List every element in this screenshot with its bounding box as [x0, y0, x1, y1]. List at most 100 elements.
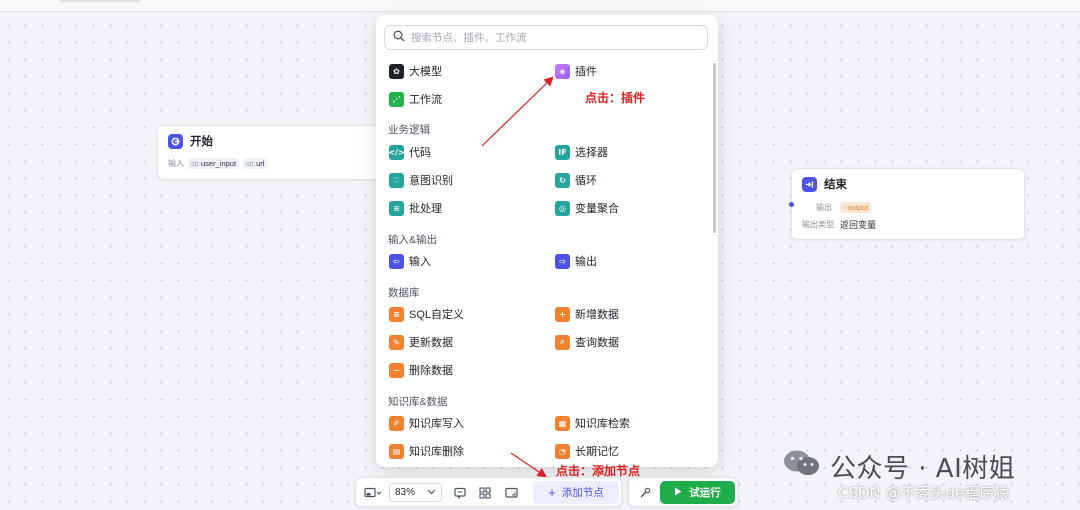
- output-type-value: 返回变量: [840, 220, 877, 230]
- kb-search-icon: ▦: [555, 415, 570, 431]
- node-label: 查询数据: [575, 337, 619, 349]
- end-node-input-port[interactable]: [789, 202, 794, 207]
- node-item-kb-search[interactable]: ▦ 知识库检索: [555, 414, 630, 432]
- node-item-selector[interactable]: IF 选择器: [555, 143, 608, 161]
- node-label: 长期记忆: [575, 446, 619, 458]
- section-io: 输入&输出: [388, 234, 438, 246]
- node-item-input[interactable]: ⇦ 输入: [389, 252, 431, 270]
- fit-view-icon: [504, 487, 518, 498]
- node-label: 循环: [575, 175, 597, 187]
- node-item-plugin[interactable]: ◈ 插件: [555, 62, 597, 80]
- node-label: 代码: [409, 147, 431, 159]
- canvas-toolbar: 83% + 添加节点: [355, 477, 622, 507]
- node-label: 输出: [575, 256, 597, 268]
- output-icon: ⇨: [555, 253, 570, 269]
- node-label: 输入: [409, 256, 431, 268]
- node-item-long-memory[interactable]: ◔ 长期记忆: [555, 442, 619, 460]
- node-label: 插件: [575, 66, 597, 78]
- node-item-kb-delete[interactable]: ▤ 知识库删除: [389, 442, 464, 460]
- csdn-watermark: CSDN @不秃头de程序猿: [838, 484, 1010, 502]
- memory-icon: ◔: [555, 443, 570, 459]
- node-item-sql[interactable]: ≡ SQL自定义: [389, 305, 464, 323]
- node-label: 新增数据: [575, 309, 619, 321]
- if-icon: IF: [555, 144, 570, 160]
- chevron-down-icon: [427, 487, 436, 498]
- node-label: SQL自定义: [409, 309, 465, 321]
- node-label: 删除数据: [409, 365, 453, 377]
- end-node-output-row: 输出 ◌output: [792, 199, 1024, 216]
- layout-button[interactable]: [475, 484, 495, 502]
- input-label: 输入: [168, 158, 184, 168]
- node-label: 选择器: [575, 147, 608, 159]
- plugin-icon: ◈: [555, 63, 570, 79]
- plugin-annotation: 点击：插件: [585, 91, 646, 105]
- grid-layout-icon: [479, 487, 491, 499]
- zoom-value: 83%: [395, 487, 416, 498]
- node-item-code[interactable]: </> 代码: [388, 143, 431, 161]
- node-label: 意图识别: [409, 175, 453, 187]
- node-item-llm[interactable]: ✿ 大模型: [389, 62, 442, 80]
- add-node-panel: ✿ 大模型 ◈ 插件 ⋰ 工作流 业务逻辑 </> 代码 IF 选择器 ♡ 意图…: [376, 15, 718, 467]
- section-business-logic: 业务逻辑: [388, 124, 430, 136]
- top-tab[interactable]: [60, 0, 140, 2]
- db-update-icon: ✎: [389, 334, 404, 350]
- wrench-icon: [640, 487, 651, 498]
- output-chip: ◌output: [840, 202, 872, 213]
- run-toolbar: 试运行: [628, 477, 738, 507]
- node-item-var-aggregate[interactable]: ◎ 变量聚合: [555, 199, 619, 217]
- test-run-button[interactable]: 试运行: [660, 481, 735, 504]
- start-node-inputs: 输入 str.user_input str.url: [158, 156, 386, 170]
- node-search-box[interactable]: [384, 25, 708, 50]
- top-bar: [0, 0, 1080, 12]
- database-icon: ≡: [389, 306, 404, 322]
- db-delete-icon: −: [389, 362, 404, 378]
- panel-scrollbar[interactable]: [713, 63, 716, 233]
- search-icon: [393, 29, 405, 47]
- fit-view-button[interactable]: [501, 484, 521, 502]
- node-label: 批处理: [409, 203, 442, 215]
- search-input[interactable]: [411, 31, 691, 44]
- node-label: 大模型: [409, 66, 442, 78]
- end-node-title: 结束: [824, 179, 847, 191]
- node-label: 知识库写入: [409, 418, 464, 430]
- node-item-insert-data[interactable]: + 新增数据: [555, 305, 619, 323]
- db-add-icon: +: [555, 306, 570, 322]
- node-item-output[interactable]: ⇨ 输出: [555, 252, 597, 270]
- section-knowledge: 知识库&数据: [388, 396, 448, 408]
- start-node-header: 开始: [158, 126, 386, 156]
- zoom-select[interactable]: 83%: [389, 483, 442, 502]
- node-item-update-data[interactable]: ✎ 更新数据: [389, 333, 453, 351]
- start-node-title: 开始: [190, 136, 213, 148]
- start-node[interactable]: 开始 输入 str.user_input str.url: [157, 125, 387, 180]
- node-label: 知识库删除: [409, 446, 464, 458]
- kb-delete-icon: ▤: [389, 443, 404, 459]
- end-flag-icon: [802, 176, 817, 192]
- output-label: 输出: [816, 203, 832, 212]
- loop-icon: ↻: [555, 172, 570, 188]
- comment-icon: [454, 487, 466, 499]
- wechat-logo-icon: [782, 448, 822, 485]
- end-node[interactable]: 结束 输出 ◌output 输出类型 返回变量: [789, 168, 1025, 240]
- workflow-icon: ⋰: [389, 91, 404, 107]
- param-chip-url: str.url: [243, 157, 268, 169]
- node-item-delete-data[interactable]: − 删除数据: [389, 361, 453, 379]
- minimap-toggle[interactable]: [361, 484, 385, 502]
- add-node-button[interactable]: + 添加节点: [533, 481, 619, 504]
- debug-tool-button[interactable]: [635, 484, 655, 502]
- run-label: 试运行: [689, 487, 721, 499]
- node-item-loop[interactable]: ↻ 循环: [555, 171, 597, 189]
- end-node-header: 结束: [792, 169, 1024, 199]
- db-query-icon: ⌕: [555, 334, 570, 350]
- node-item-intent[interactable]: ♡ 意图识别: [389, 171, 453, 189]
- add-node-label: 添加节点: [561, 487, 604, 499]
- wechat-watermark: 公众号 · AI树姐: [782, 448, 1015, 485]
- node-item-workflow[interactable]: ⋰ 工作流: [389, 90, 442, 108]
- comment-button[interactable]: [450, 484, 470, 502]
- kb-write-icon: ✐: [389, 415, 404, 431]
- aggregate-icon: ◎: [555, 200, 570, 216]
- node-label: 变量聚合: [575, 203, 619, 215]
- end-node-type-row: 输出类型 返回变量: [792, 216, 1024, 233]
- node-item-kb-write[interactable]: ✐ 知识库写入: [389, 414, 464, 432]
- node-item-query-data[interactable]: ⌕ 查询数据: [555, 333, 619, 351]
- node-item-batch[interactable]: ≋ 批处理: [389, 199, 442, 217]
